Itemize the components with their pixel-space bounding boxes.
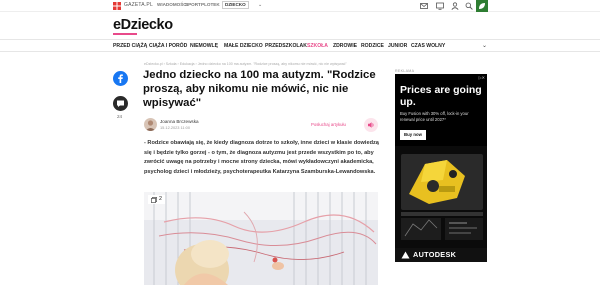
site-logo[interactable]: eDziecko [113, 17, 173, 33]
screen-icon[interactable] [436, 2, 444, 10]
chevron-down-icon[interactable]: ⌄ [482, 42, 487, 49]
facebook-share-button[interactable] [113, 71, 128, 86]
gallery-icon [151, 196, 157, 203]
top-bar: GAZETA.PL WIADOMOŚCI SPORT PLOTEK DZIECK… [0, 0, 600, 12]
article-photo[interactable] [144, 192, 378, 285]
nav-item-rodzice[interactable]: RODZICE [361, 43, 384, 49]
gallery-badge[interactable]: 2 [148, 195, 165, 204]
article-image [144, 192, 378, 285]
listen-button[interactable] [364, 118, 378, 132]
ad-subtext: Buy Fusion with 30% off, lock-in your re… [400, 111, 469, 122]
gazeta-logo-icon[interactable] [113, 2, 121, 10]
ad-label: REKLAMA [395, 69, 415, 73]
mail-icon[interactable] [420, 2, 428, 10]
publish-date: 15.12.2023 11:00 [160, 125, 190, 130]
facebook-icon [118, 74, 123, 83]
nav-item-zdrowie[interactable]: ZDROWIE [333, 43, 357, 49]
main-nav: PRZED CIĄŻĄ CIĄŻA I PORÓD NIEMOWLĘ MAŁE … [0, 39, 600, 52]
ad-product-image [395, 146, 487, 248]
portal-name[interactable]: GAZETA.PL [124, 2, 153, 8]
search-icon[interactable] [465, 2, 473, 10]
ad-headline: Prices are going up. [400, 84, 482, 108]
comment-icon [117, 100, 124, 107]
ad-brand-name: AUTODESK [413, 250, 457, 259]
nav-item-niemowle[interactable]: NIEMOWLĘ [190, 43, 218, 49]
nav-item-przedszkolak[interactable]: PRZEDSZKOLAK [265, 43, 307, 49]
ad-buy-now-button[interactable]: Buy now [400, 130, 426, 140]
article-title: Jedno dziecko na 100 ma autyzm. "Rodzice… [143, 69, 376, 110]
nav-item-junior[interactable]: JUNIOR [388, 43, 407, 49]
nav-item-male-dziecko[interactable]: MAŁE DZIECKO [224, 43, 263, 49]
nav-item-szkola[interactable]: SZKOŁA [307, 43, 328, 49]
logo-underline [113, 33, 137, 35]
author-name[interactable]: Joanna Brczewska [160, 119, 199, 124]
author-avatar[interactable] [144, 118, 157, 131]
topnav-link-dziecko[interactable]: DZIECKO [222, 1, 249, 9]
nav-item-czas-wolny[interactable]: CZAS WOLNY [411, 43, 445, 49]
ad-footer: AUTODESK [395, 248, 487, 262]
topnav-link-sport[interactable]: SPORT [185, 2, 201, 7]
topnav-link-wiadomosci[interactable]: WIADOMOŚCI [157, 2, 188, 7]
ad-banner[interactable]: ▷✕ Prices are going up. Buy Fusion with … [395, 74, 487, 262]
ad-close-icon[interactable]: ▷✕ [479, 75, 485, 80]
autodesk-logo-icon [401, 251, 410, 259]
nav-item-ciaza-i-porod[interactable]: CIĄŻA I PORÓD [149, 43, 187, 49]
nav-item-przed-ciaza[interactable]: PRZED CIĄŻĄ [113, 43, 147, 49]
comment-count: 24 [117, 114, 123, 119]
chevron-down-icon[interactable]: ⌄ [258, 2, 262, 8]
topnav-link-plotek[interactable]: PLOTEK [201, 2, 220, 7]
gallery-count: 2 [159, 196, 162, 202]
premium-badge[interactable] [476, 0, 488, 12]
speaker-icon [368, 122, 374, 128]
breadcrumb[interactable]: eDziecko.pl › Szkoła › Edukacja › Jedno … [144, 62, 384, 66]
comments-button[interactable] [113, 96, 128, 111]
user-icon[interactable] [451, 2, 459, 10]
leaf-icon [479, 3, 485, 9]
listen-label[interactable]: Posłuchaj artykułu [311, 122, 346, 127]
article-lead: - Rodzice obawiają się, że kiedy diagnoz… [144, 140, 379, 175]
